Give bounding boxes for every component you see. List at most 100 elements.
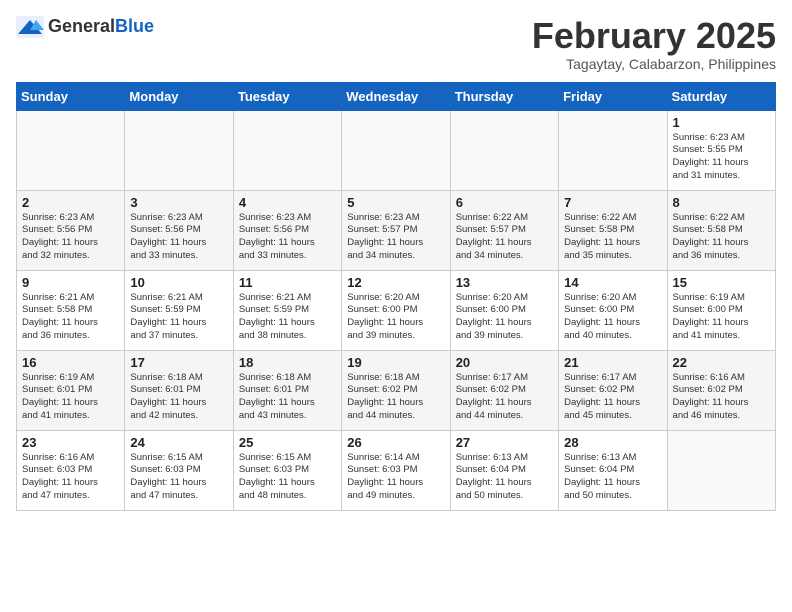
day-cell (667, 430, 775, 510)
day-info: Sunrise: 6:16 AM Sunset: 6:03 PM Dayligh… (22, 452, 119, 503)
day-cell (342, 110, 450, 190)
day-number: 19 (347, 355, 444, 370)
day-cell: 17 Sunrise: 6:18 AM Sunset: 6:01 PM Dayli… (125, 350, 233, 430)
day-info: Sunrise: 6:18 AM Sunset: 6:02 PM Dayligh… (347, 372, 444, 423)
week-row-4: 16 Sunrise: 6:19 AM Sunset: 6:01 PM Dayli… (17, 350, 776, 430)
week-row-3: 9 Sunrise: 6:21 AM Sunset: 5:58 PM Daylig… (17, 270, 776, 350)
day-number: 2 (22, 195, 119, 210)
day-cell (559, 110, 667, 190)
day-cell (450, 110, 558, 190)
day-number: 26 (347, 435, 444, 450)
day-info: Sunrise: 6:14 AM Sunset: 6:03 PM Dayligh… (347, 452, 444, 503)
day-info: Sunrise: 6:23 AM Sunset: 5:55 PM Dayligh… (673, 132, 770, 183)
weekday-header-tuesday: Tuesday (233, 82, 341, 110)
day-number: 7 (564, 195, 661, 210)
day-number: 20 (456, 355, 553, 370)
day-number: 1 (673, 115, 770, 130)
day-info: Sunrise: 6:20 AM Sunset: 6:00 PM Dayligh… (347, 292, 444, 343)
logo-text: GeneralBlue (48, 17, 154, 37)
day-cell: 4Sunrise: 6:23 AM Sunset: 5:56 PM Daylig… (233, 190, 341, 270)
day-cell: 13Sunrise: 6:20 AM Sunset: 6:00 PM Dayli… (450, 270, 558, 350)
weekday-header-wednesday: Wednesday (342, 82, 450, 110)
logo-general: GeneralBlue (48, 17, 154, 37)
day-info: Sunrise: 6:19 AM Sunset: 6:00 PM Dayligh… (673, 292, 770, 343)
day-cell: 2 Sunrise: 6:23 AM Sunset: 5:56 PM Daylig… (17, 190, 125, 270)
day-info: Sunrise: 6:23 AM Sunset: 5:56 PM Dayligh… (130, 212, 227, 263)
day-info: Sunrise: 6:13 AM Sunset: 6:04 PM Dayligh… (564, 452, 661, 503)
day-cell: 9 Sunrise: 6:21 AM Sunset: 5:58 PM Daylig… (17, 270, 125, 350)
day-number: 6 (456, 195, 553, 210)
weekday-header-saturday: Saturday (667, 82, 775, 110)
calendar: SundayMondayTuesdayWednesdayThursdayFrid… (16, 82, 776, 511)
day-cell: 15 Sunrise: 6:19 AM Sunset: 6:00 PM Dayli… (667, 270, 775, 350)
day-number: 28 (564, 435, 661, 450)
day-number: 24 (130, 435, 227, 450)
weekday-header-row: SundayMondayTuesdayWednesdayThursdayFrid… (17, 82, 776, 110)
day-number: 9 (22, 275, 119, 290)
day-info: Sunrise: 6:22 AM Sunset: 5:57 PM Dayligh… (456, 212, 553, 263)
day-number: 10 (130, 275, 227, 290)
day-number: 13 (456, 275, 553, 290)
day-number: 16 (22, 355, 119, 370)
day-cell: 14 Sunrise: 6:20 AM Sunset: 6:00 PM Dayli… (559, 270, 667, 350)
weekday-header-sunday: Sunday (17, 82, 125, 110)
day-number: 11 (239, 275, 336, 290)
day-cell: 25 Sunrise: 6:15 AM Sunset: 6:03 PM Dayli… (233, 430, 341, 510)
day-info: Sunrise: 6:16 AM Sunset: 6:02 PM Dayligh… (673, 372, 770, 423)
day-cell (233, 110, 341, 190)
week-row-2: 2 Sunrise: 6:23 AM Sunset: 5:56 PM Daylig… (17, 190, 776, 270)
day-number: 18 (239, 355, 336, 370)
day-cell: 3 Sunrise: 6:23 AM Sunset: 5:56 PM Daylig… (125, 190, 233, 270)
day-info: Sunrise: 6:15 AM Sunset: 6:03 PM Dayligh… (130, 452, 227, 503)
day-info: Sunrise: 6:18 AM Sunset: 6:01 PM Dayligh… (130, 372, 227, 423)
logo: GeneralBlue (16, 16, 154, 38)
day-cell: 10Sunrise: 6:21 AM Sunset: 5:59 PM Dayli… (125, 270, 233, 350)
day-cell: 8Sunrise: 6:22 AM Sunset: 5:58 PM Daylig… (667, 190, 775, 270)
day-info: Sunrise: 6:13 AM Sunset: 6:04 PM Dayligh… (456, 452, 553, 503)
day-number: 15 (673, 275, 770, 290)
day-info: Sunrise: 6:19 AM Sunset: 6:01 PM Dayligh… (22, 372, 119, 423)
day-number: 22 (673, 355, 770, 370)
day-cell: 6 Sunrise: 6:22 AM Sunset: 5:57 PM Daylig… (450, 190, 558, 270)
logo-icon (16, 16, 44, 38)
day-number: 8 (673, 195, 770, 210)
day-cell: 20 Sunrise: 6:17 AM Sunset: 6:02 PM Dayli… (450, 350, 558, 430)
day-info: Sunrise: 6:23 AM Sunset: 5:56 PM Dayligh… (22, 212, 119, 263)
day-info: Sunrise: 6:22 AM Sunset: 5:58 PM Dayligh… (564, 212, 661, 263)
title-area: February 2025 Tagaytay, Calabarzon, Phil… (532, 16, 776, 72)
weekday-header-monday: Monday (125, 82, 233, 110)
day-info: Sunrise: 6:21 AM Sunset: 5:58 PM Dayligh… (22, 292, 119, 343)
day-cell: 22 Sunrise: 6:16 AM Sunset: 6:02 PM Dayli… (667, 350, 775, 430)
day-info: Sunrise: 6:23 AM Sunset: 5:57 PM Dayligh… (347, 212, 444, 263)
day-info: Sunrise: 6:18 AM Sunset: 6:01 PM Dayligh… (239, 372, 336, 423)
header: GeneralBlue February 2025 Tagaytay, Cala… (16, 16, 776, 72)
day-number: 21 (564, 355, 661, 370)
day-info: Sunrise: 6:17 AM Sunset: 6:02 PM Dayligh… (564, 372, 661, 423)
day-cell: 5 Sunrise: 6:23 AM Sunset: 5:57 PM Daylig… (342, 190, 450, 270)
day-number: 17 (130, 355, 227, 370)
day-number: 5 (347, 195, 444, 210)
day-cell: 27Sunrise: 6:13 AM Sunset: 6:04 PM Dayli… (450, 430, 558, 510)
day-number: 12 (347, 275, 444, 290)
day-cell: 11 Sunrise: 6:21 AM Sunset: 5:59 PM Dayli… (233, 270, 341, 350)
weekday-header-friday: Friday (559, 82, 667, 110)
day-info: Sunrise: 6:21 AM Sunset: 5:59 PM Dayligh… (239, 292, 336, 343)
month-title: February 2025 (532, 16, 776, 56)
day-cell: 12 Sunrise: 6:20 AM Sunset: 6:00 PM Dayli… (342, 270, 450, 350)
day-cell: 7 Sunrise: 6:22 AM Sunset: 5:58 PM Daylig… (559, 190, 667, 270)
weekday-header-thursday: Thursday (450, 82, 558, 110)
day-number: 23 (22, 435, 119, 450)
day-number: 25 (239, 435, 336, 450)
day-number: 14 (564, 275, 661, 290)
day-info: Sunrise: 6:20 AM Sunset: 6:00 PM Dayligh… (564, 292, 661, 343)
day-cell (17, 110, 125, 190)
day-cell: 19 Sunrise: 6:18 AM Sunset: 6:02 PM Dayli… (342, 350, 450, 430)
day-info: Sunrise: 6:15 AM Sunset: 6:03 PM Dayligh… (239, 452, 336, 503)
day-info: Sunrise: 6:17 AM Sunset: 6:02 PM Dayligh… (456, 372, 553, 423)
day-cell: 18 Sunrise: 6:18 AM Sunset: 6:01 PM Dayli… (233, 350, 341, 430)
day-number: 4 (239, 195, 336, 210)
day-cell: 1 Sunrise: 6:23 AM Sunset: 5:55 PM Daylig… (667, 110, 775, 190)
day-cell (125, 110, 233, 190)
day-number: 3 (130, 195, 227, 210)
day-cell: 24 Sunrise: 6:15 AM Sunset: 6:03 PM Dayli… (125, 430, 233, 510)
